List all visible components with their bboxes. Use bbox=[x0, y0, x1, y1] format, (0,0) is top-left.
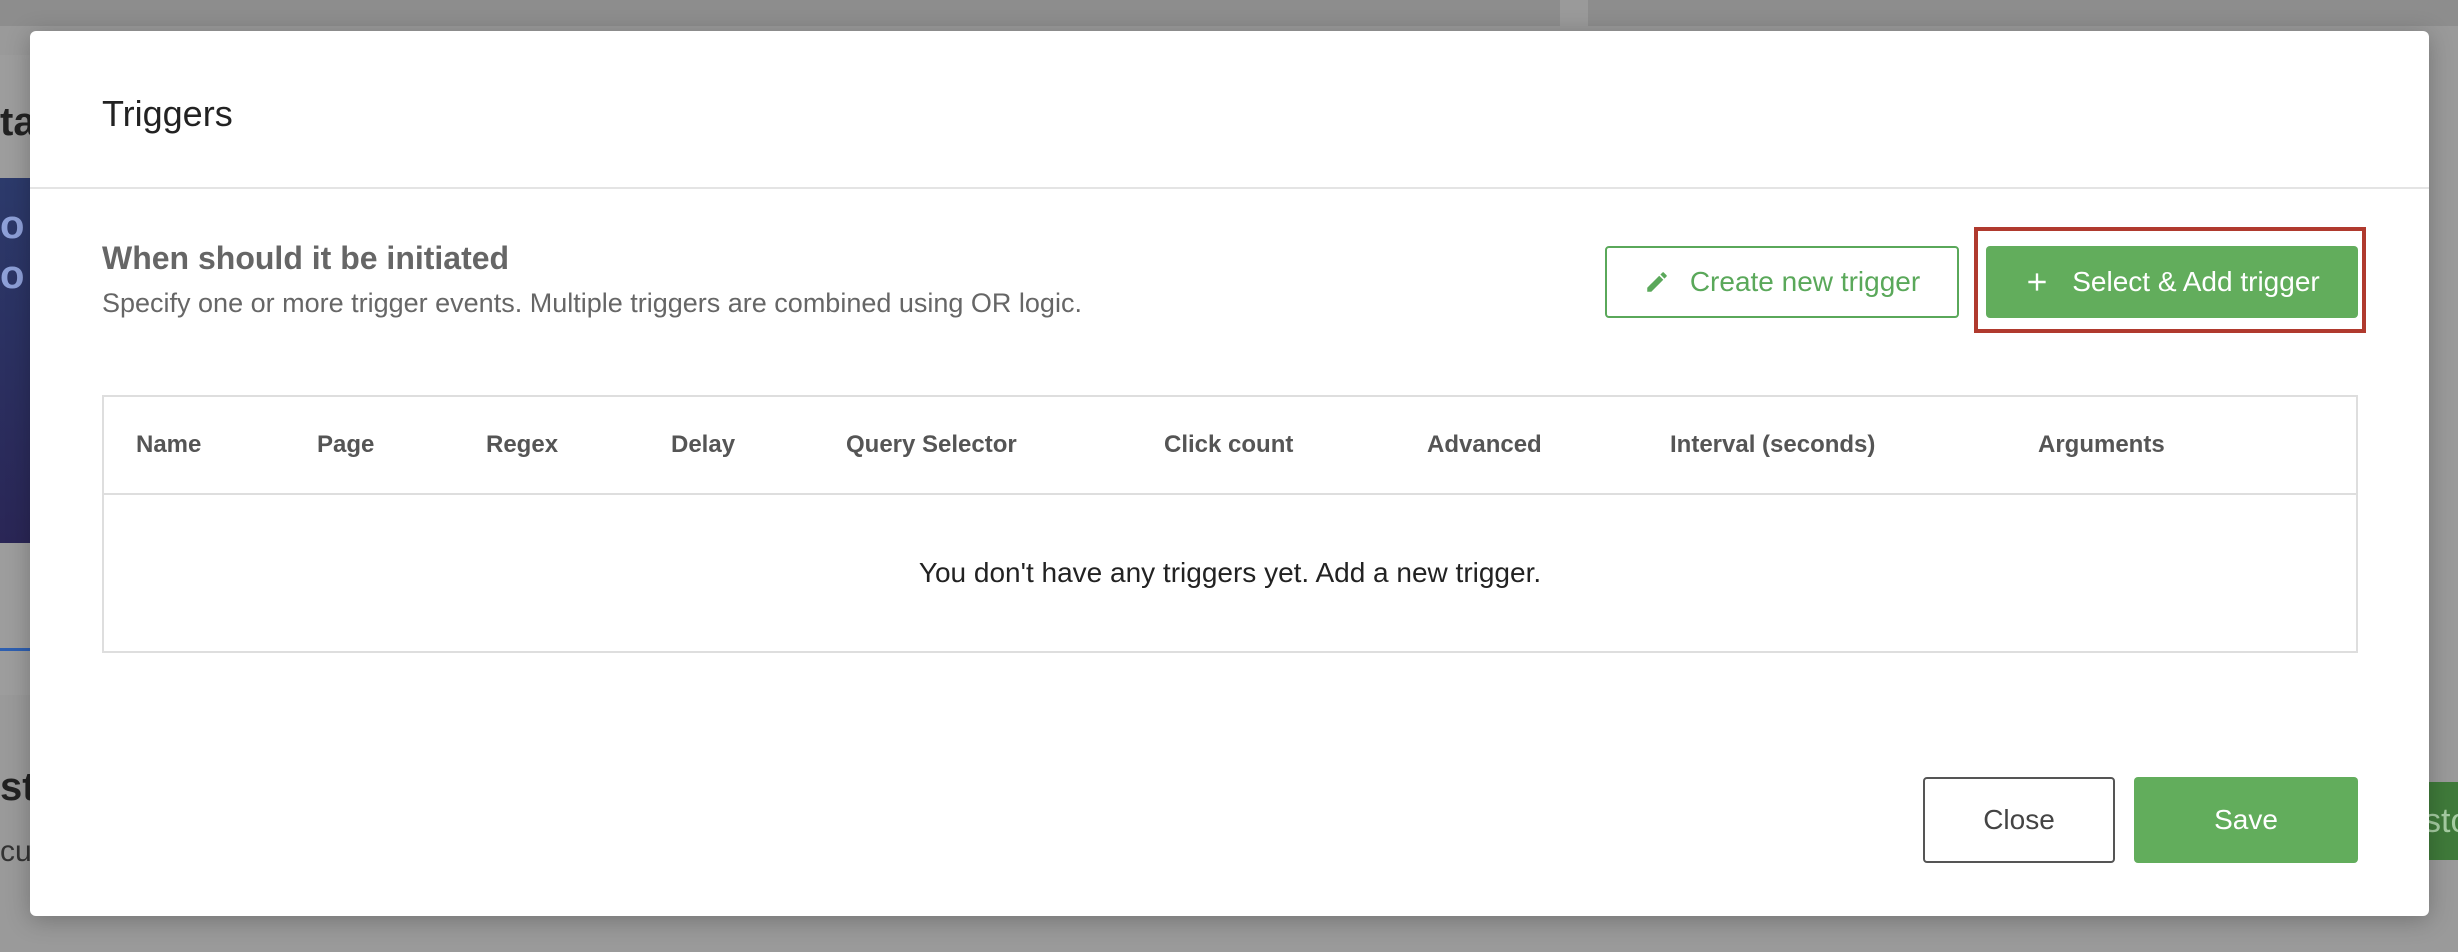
triggers-modal: Triggers When should it be initiated Spe… bbox=[30, 31, 2429, 916]
background-subtext: cu bbox=[0, 835, 32, 868]
section-title: When should it be initiated bbox=[102, 240, 510, 276]
column-click-count: Click count bbox=[1164, 431, 1294, 458]
column-arguments: Arguments bbox=[2038, 431, 2165, 458]
background-divider bbox=[0, 648, 30, 651]
column-page: Page bbox=[317, 431, 375, 458]
triggers-table: Name Page Regex Delay Query Selector Cli… bbox=[102, 395, 2358, 653]
select-add-trigger-label: Select & Add trigger bbox=[2072, 266, 2320, 297]
pencil-icon bbox=[1644, 269, 1670, 295]
table-header: Name Page Regex Delay Query Selector Cli… bbox=[104, 397, 2356, 495]
background-button: sto bbox=[2424, 782, 2458, 860]
modal-header: Triggers bbox=[30, 31, 2429, 189]
column-regex: Regex bbox=[486, 431, 559, 458]
select-add-trigger-button[interactable]: Select & Add trigger bbox=[1986, 246, 2358, 318]
background-banner-text: o o bbox=[0, 203, 25, 297]
column-query-selector: Query Selector bbox=[846, 431, 1017, 458]
create-new-trigger-button[interactable]: Create new trigger bbox=[1605, 246, 1959, 318]
column-delay: Delay bbox=[671, 431, 736, 458]
empty-state-message: You don't have any triggers yet. Add a n… bbox=[918, 557, 1542, 588]
background-top-bar bbox=[0, 0, 1560, 26]
create-new-trigger-label: Create new trigger bbox=[1689, 266, 1921, 297]
save-button[interactable]: Save bbox=[2134, 777, 2358, 863]
column-name: Name bbox=[136, 431, 202, 458]
column-advanced: Advanced bbox=[1427, 431, 1542, 458]
plus-icon bbox=[2024, 269, 2050, 295]
close-button[interactable]: Close bbox=[1923, 777, 2115, 863]
modal-title: Triggers bbox=[102, 93, 233, 134]
background-top-bar-right bbox=[1588, 0, 2458, 26]
section-description: Specify one or more trigger events. Mult… bbox=[102, 288, 1082, 318]
column-interval: Interval (seconds) bbox=[1670, 431, 1876, 458]
